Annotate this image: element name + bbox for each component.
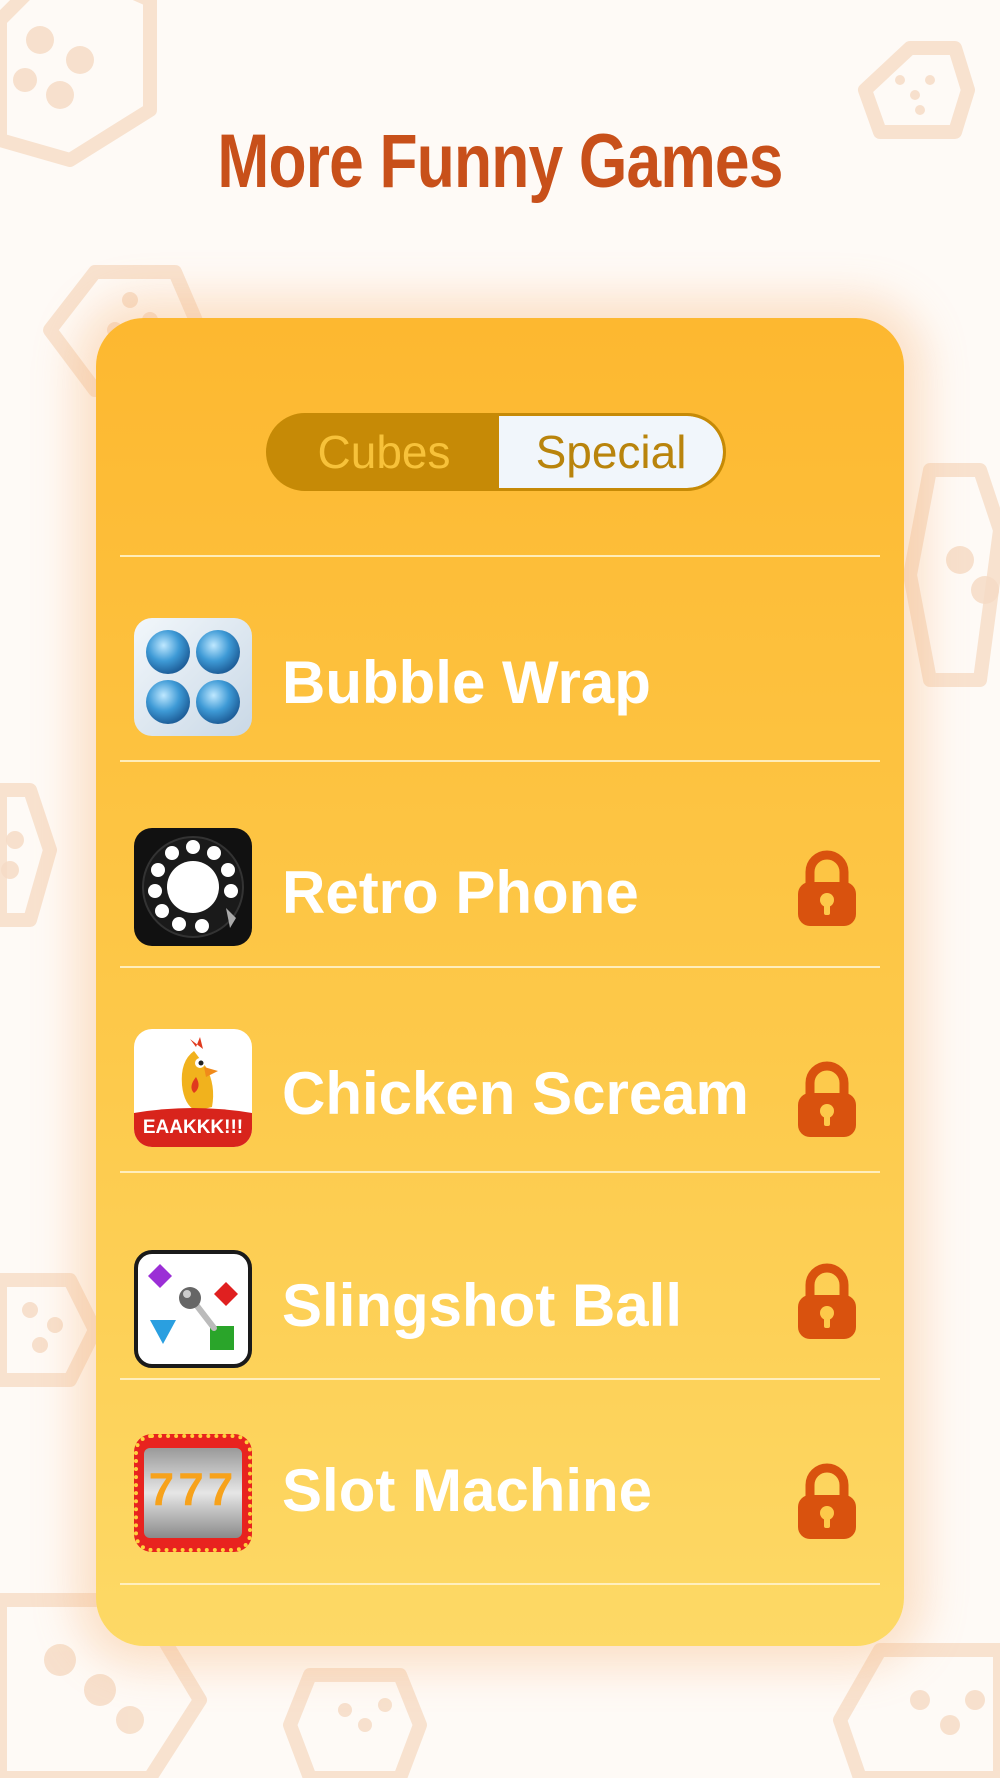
tab-cubes[interactable]: Cubes [269,416,499,488]
divider [120,1378,880,1380]
game-name: Retro Phone [282,859,639,926]
divider [120,1171,880,1173]
lock-icon [798,850,856,926]
slingshot-ball-icon [134,1250,252,1368]
game-name: Slot Machine [282,1457,653,1524]
category-segmented-control: Cubes Special [266,413,726,491]
game-row-retro-phone[interactable]: Retro Phone [96,763,904,946]
slot-reels-text: 777 [148,1463,238,1515]
page-title: More Funny Games [217,119,783,204]
divider [120,966,880,968]
slot-machine-icon: 777 [134,1434,252,1552]
tab-special[interactable]: Special [499,416,723,488]
divider [120,760,880,762]
lock-icon [798,1263,856,1339]
divider [120,1583,880,1585]
game-row-slingshot-ball[interactable]: Slingshot Ball [96,1174,904,1368]
lock-icon [798,1463,856,1539]
game-name: Chicken Scream [282,1060,749,1127]
bubble-wrap-icon [134,618,252,736]
game-name: Bubble Wrap [282,649,651,716]
game-name: Slingshot Ball [282,1272,683,1339]
games-card: Cubes Special Bubble Wrap Retro Phone EA… [96,318,904,1646]
game-row-bubble-wrap[interactable]: Bubble Wrap [96,558,904,738]
game-row-chicken-scream[interactable]: EAAKKK!!! Chicken Scream [96,969,904,1149]
divider [120,555,880,557]
chicken-icon-caption: EAAKKK!!! [142,1117,244,1138]
game-row-slot-machine[interactable]: 777 Slot Machine [96,1381,904,1561]
lock-icon [798,1061,856,1137]
rubber-chicken-icon: EAAKKK!!! [134,1029,252,1147]
rotary-phone-icon [134,828,252,946]
